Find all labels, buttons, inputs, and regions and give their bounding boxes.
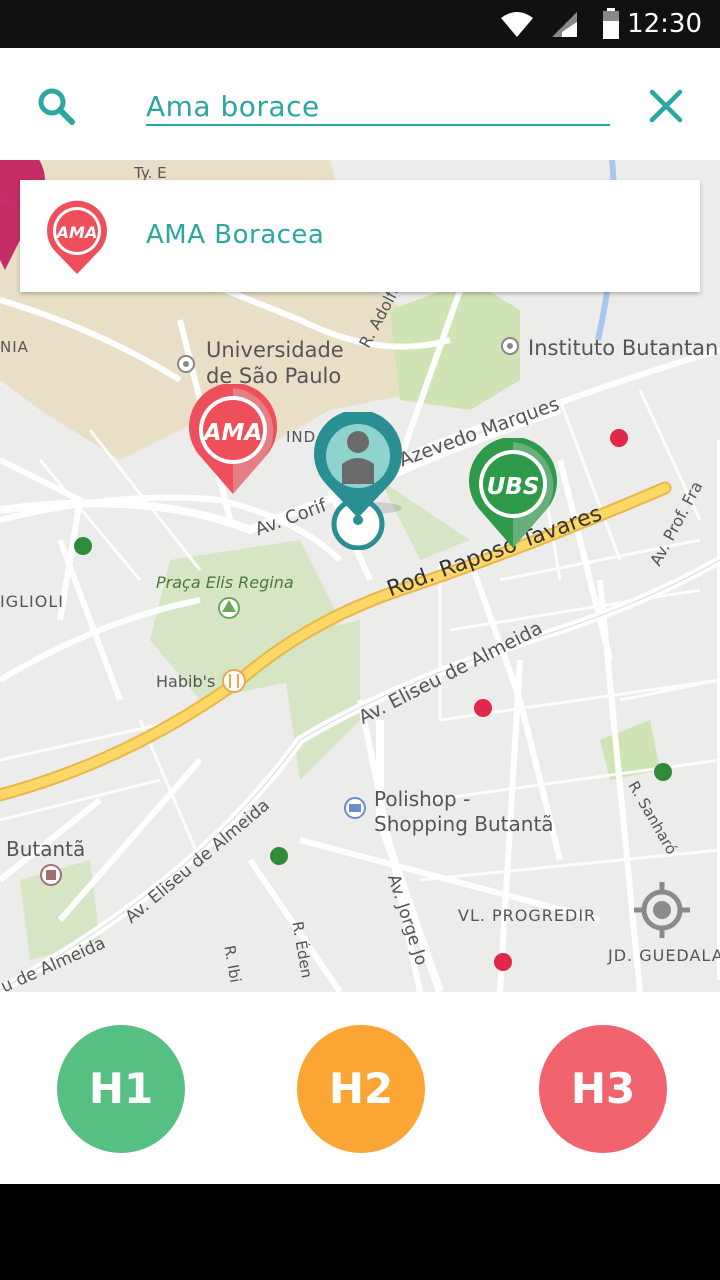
map-label: Praça Elis Regina xyxy=(156,573,294,592)
search-suggestion-item[interactable]: AMA AMA Boracea xyxy=(20,180,700,292)
search-input[interactable]: Ama borace xyxy=(146,90,610,126)
search-header: Ama borace xyxy=(0,48,720,160)
map-label: Universidade xyxy=(206,338,344,362)
map-dot xyxy=(74,537,92,555)
battery-icon xyxy=(603,8,619,39)
status-bar: 12:30 xyxy=(0,0,720,48)
close-icon[interactable] xyxy=(644,84,688,128)
map-label: Polishop - xyxy=(374,787,471,811)
ubs-marker-label: UBS xyxy=(487,474,540,500)
map-label: NIA xyxy=(0,338,29,356)
ama-marker[interactable]: AMA xyxy=(186,384,280,496)
ama-badge-icon: AMA xyxy=(47,200,107,274)
map-label: Instituto Butantan xyxy=(528,336,719,360)
map-label: Habib's xyxy=(156,672,216,691)
status-clock: 12:30 xyxy=(627,9,702,39)
search-icon[interactable] xyxy=(34,84,78,128)
locate-me-icon[interactable] xyxy=(634,882,690,938)
filter-h1-button[interactable]: H1 xyxy=(57,1025,185,1153)
user-location-marker[interactable] xyxy=(312,412,408,550)
ama-badge-text: AMA xyxy=(55,223,98,242)
wifi-icon xyxy=(501,12,533,37)
map-label: Butantã xyxy=(6,837,86,861)
cell-signal-icon xyxy=(552,12,577,37)
map-label: IGLIOLI xyxy=(0,592,64,611)
navigation-bar-area xyxy=(0,1184,720,1280)
suggestion-label: AMA Boracea xyxy=(146,220,325,250)
filter-h3-button[interactable]: H3 xyxy=(539,1025,667,1153)
map-label: JD. GUEDALA xyxy=(608,946,720,965)
map-label: VL. PROGREDIR xyxy=(458,906,597,925)
filter-h2-button[interactable]: H2 xyxy=(297,1025,425,1153)
ama-marker-label: AMA xyxy=(202,420,263,446)
filter-bar: H1 H2 H3 xyxy=(0,992,720,1184)
map-label: Shopping Butantã xyxy=(374,812,554,836)
ubs-marker[interactable]: UBS xyxy=(466,438,560,550)
